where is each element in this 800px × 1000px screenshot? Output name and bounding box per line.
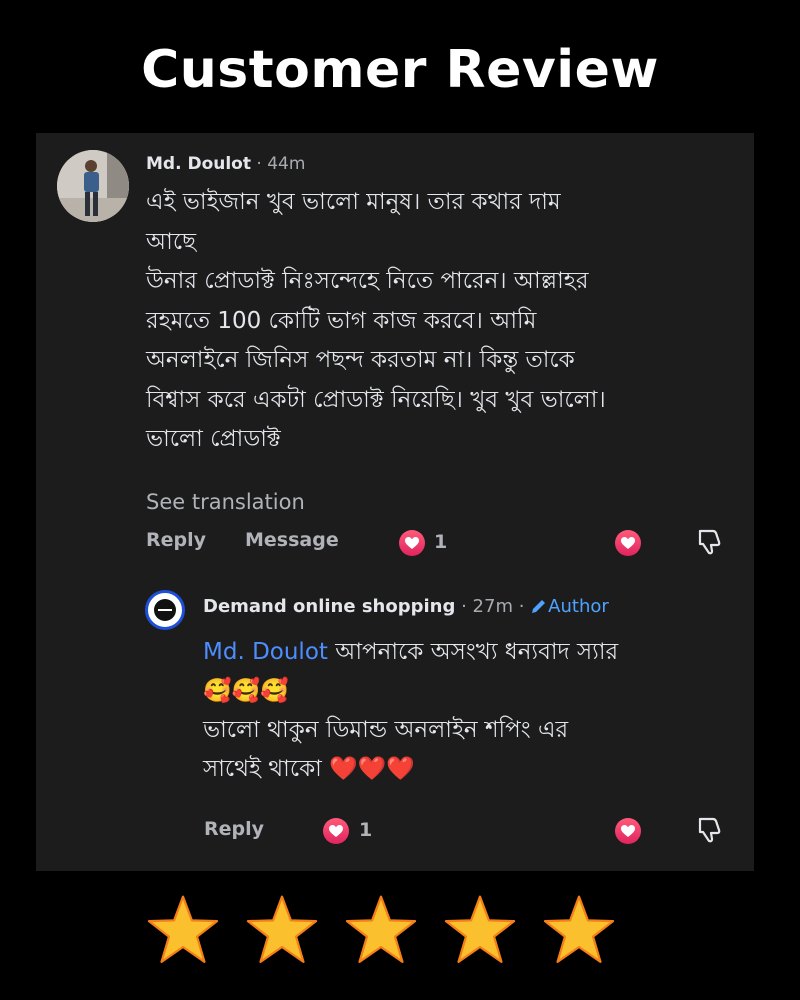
comment-line: উনার প্রোডাক্ট নিঃসন্দেহে নিতে পারেন। আল… (146, 268, 589, 294)
commenter-name[interactable]: Md. Doulot (146, 154, 251, 174)
pencil-icon (532, 600, 546, 613)
star-icon (147, 895, 219, 963)
author-badge-label: Author (548, 596, 609, 617)
reply-emoji-line: 🥰🥰🥰 (203, 678, 289, 704)
comment-line: ভালো প্রোডাক্ট (146, 426, 281, 452)
star-icon (543, 895, 615, 963)
reaction-count: 1 (359, 819, 373, 841)
star-icon (246, 895, 318, 963)
mention-link[interactable]: Md. Doulot (203, 639, 328, 665)
reply-button[interactable]: Reply (146, 529, 206, 551)
comment-header: Md. Doulot · 44m (146, 152, 305, 176)
comment-text: এই ভাইজান খুব ভালো মানুষ। তার কথার দাম আ… (146, 183, 746, 460)
reply-line-text: আপনাকে অসংখ্য ধন্যবাদ স্যার (327, 639, 619, 665)
reply-line: Md. Doulot আপনাকে অসংখ্য ধন্যবাদ স্যার (203, 633, 743, 672)
reply-line: সাথেই থাকো ❤️❤️❤️ (203, 756, 416, 782)
comment-line: আছে (146, 228, 197, 255)
love-button-icon[interactable] (615, 818, 641, 844)
avatar[interactable] (57, 150, 129, 222)
comment-line: বিশ্বাস করে একটা প্রোডাক্ট নিয়েছি। খুব … (146, 386, 606, 413)
comment-line: রহমতে 100 কোটি ভাগ কাজ করবে। আমি (146, 307, 537, 334)
reply-text: Md. Doulot আপনাকে অসংখ্য ধন্যবাদ স্যার 🥰… (203, 633, 743, 789)
reaction-count: 1 (434, 531, 448, 553)
message-button[interactable]: Message (245, 529, 339, 551)
star-rating (146, 893, 616, 971)
star-icon (444, 895, 516, 963)
heart-reaction-icon[interactable] (323, 818, 349, 844)
reply-header: Demand online shopping · 27m · Author (203, 595, 609, 619)
reply-author-name[interactable]: Demand online shopping (203, 596, 455, 617)
page-title: Customer Review (141, 40, 659, 100)
comment-time: · 44m (256, 154, 306, 174)
heart-reaction-icon[interactable] (399, 530, 425, 556)
comment-line: এই ভাইজান খুব ভালো মানুষ। তার কথার দাম (146, 189, 561, 215)
reply-line: ভালো থাকুন ডিমান্ড অনলাইন শপিং এর (203, 717, 569, 743)
love-button-icon[interactable] (615, 530, 641, 556)
reply-time: · 27m · (461, 596, 525, 617)
dislike-icon[interactable] (696, 528, 722, 556)
page-avatar[interactable] (145, 590, 185, 630)
dislike-icon[interactable] (696, 816, 722, 844)
reply-button[interactable]: Reply (204, 818, 264, 840)
comment-line: অনলাইনে জিনিস পছন্দ করতাম না। কিন্তু তাক… (146, 347, 575, 373)
author-badge: Author (530, 596, 609, 617)
see-translation-link[interactable]: See translation (146, 490, 305, 514)
star-icon (345, 895, 417, 963)
